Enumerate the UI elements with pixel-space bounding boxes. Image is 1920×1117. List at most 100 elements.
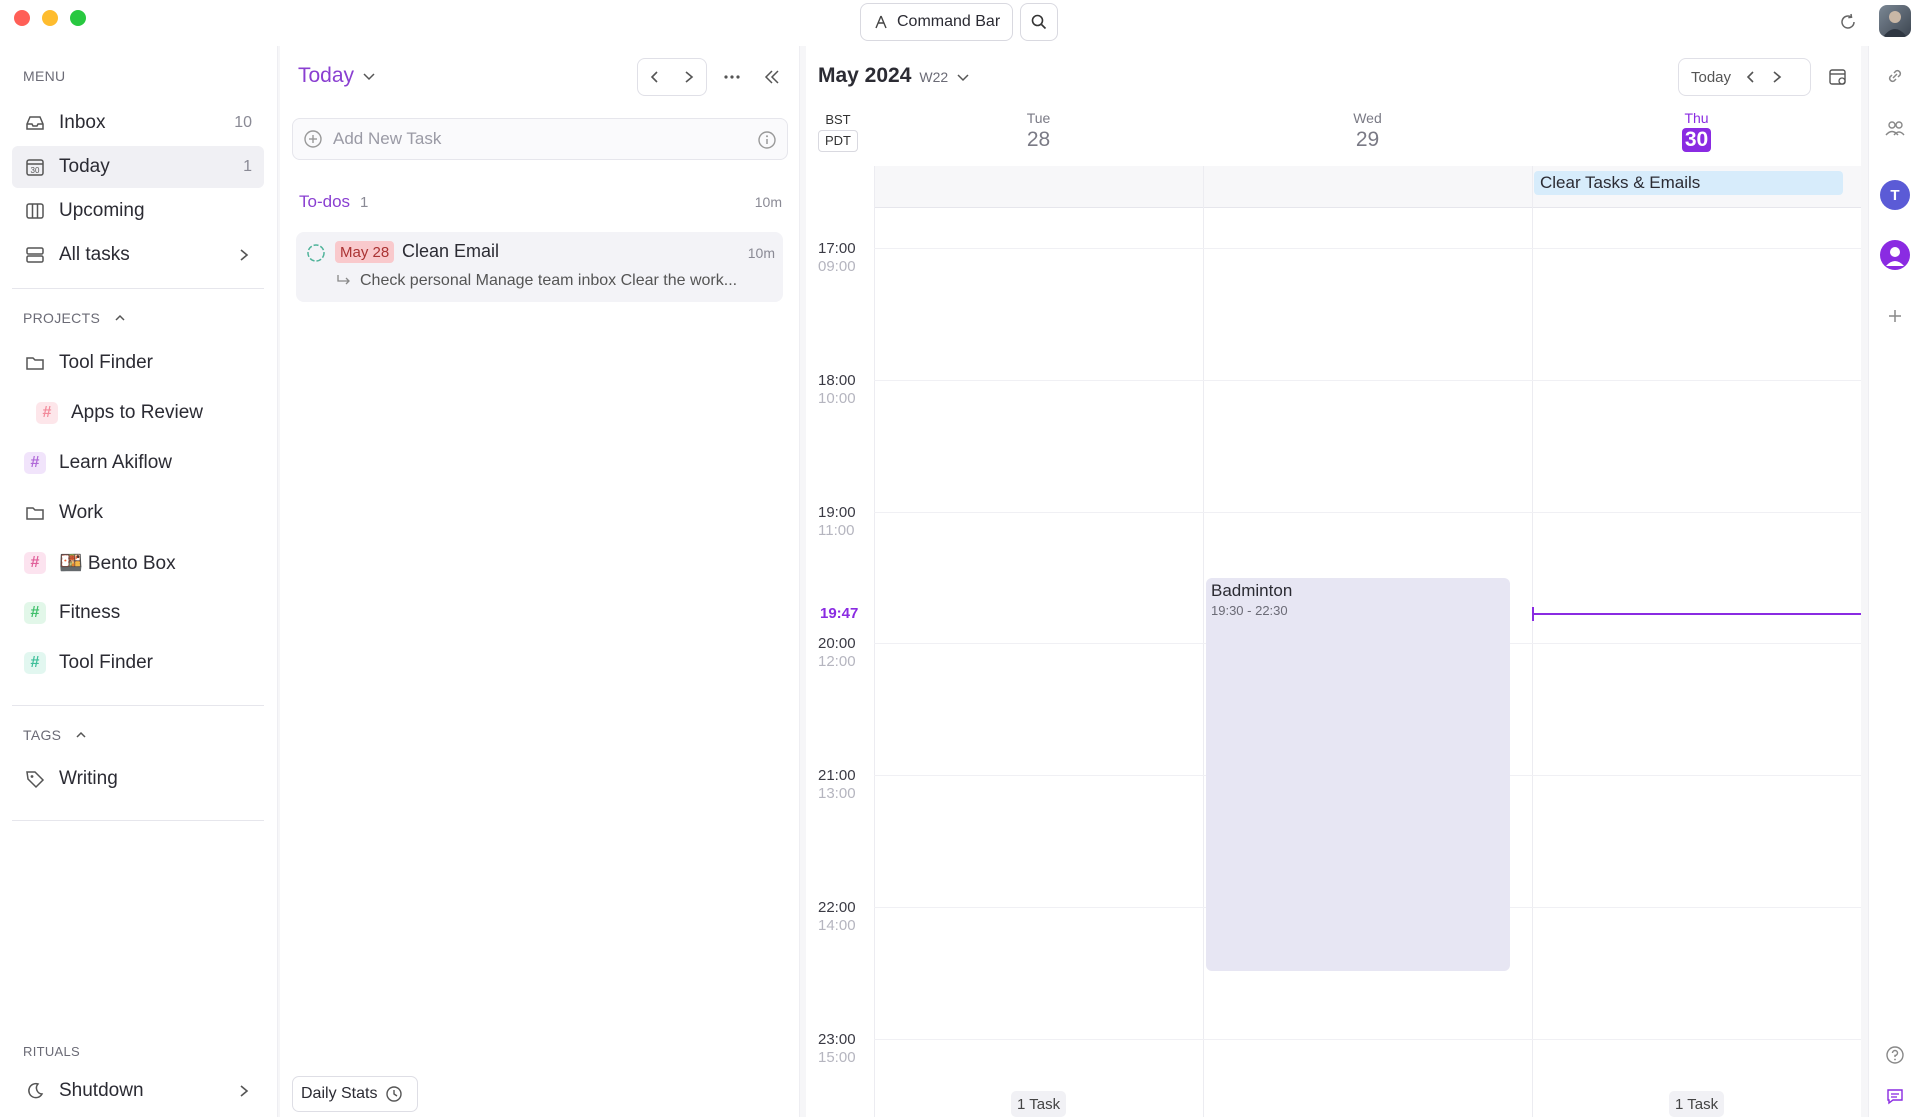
search-button[interactable] <box>1020 3 1058 41</box>
sidebar-project-bento-box[interactable]: # 🍱 Bento Box <box>12 542 264 584</box>
sidebar-tag-writing[interactable]: Writing <box>12 758 264 800</box>
plus-circle-icon <box>303 129 323 149</box>
section-duration: 10m <box>754 194 782 210</box>
command-bar-label: Command Bar <box>897 13 1001 30</box>
sidebar-item-today[interactable]: 30 Today 1 <box>12 146 264 188</box>
day-date: 29 <box>1355 128 1380 151</box>
time-main: 20:00 <box>818 635 856 652</box>
sidebar-project-work[interactable]: Work <box>12 492 264 534</box>
columns-icon <box>24 200 46 222</box>
hour-line <box>874 1039 1861 1040</box>
task-checkbox[interactable] <box>306 243 326 263</box>
chevron-right-icon[interactable] <box>683 70 695 84</box>
sync-icon[interactable] <box>1838 12 1858 32</box>
info-icon[interactable] <box>757 130 777 150</box>
projects-label: PROJECTS <box>23 310 101 326</box>
task-subtitle: Check personal Manage team inbox Clear t… <box>360 272 738 289</box>
rituals-label: RITUALS <box>23 1044 81 1059</box>
daily-stats-button[interactable]: Daily Stats <box>292 1076 418 1112</box>
plus-icon[interactable] <box>1883 304 1907 328</box>
more-options-icon[interactable] <box>723 68 741 86</box>
hash-icon: # <box>24 602 46 624</box>
hour-line <box>874 512 1861 513</box>
chevron-up-icon[interactable] <box>114 313 126 323</box>
task-duration: 10m <box>747 245 775 261</box>
sidebar-project-learn-akiflow[interactable]: # Learn Akiflow <box>12 442 264 484</box>
today-count: 1 <box>243 158 252 175</box>
time-secondary: 09:00 <box>818 258 856 275</box>
day-header-thu[interactable]: Thu 30 <box>1532 110 1861 152</box>
task-card[interactable]: May 28 Clean Email 10m Check personal Ma… <box>296 232 783 302</box>
minimize-window-button[interactable] <box>42 10 58 26</box>
sidebar-project-tool-finder[interactable]: # Tool Finder <box>12 642 264 684</box>
tags-section-label[interactable]: TAGS <box>23 727 87 743</box>
hour-line <box>874 248 1861 249</box>
people-icon[interactable] <box>1883 116 1907 140</box>
account-avatar-t[interactable]: T <box>1880 180 1910 210</box>
add-new-task-input[interactable]: Add New Task <box>292 118 788 160</box>
sidebar-item-label: Shutdown <box>59 1080 144 1101</box>
sidebar-project-tool-finder-folder[interactable]: Tool Finder <box>12 342 264 384</box>
command-bar-button[interactable]: Command Bar <box>860 3 1013 41</box>
chevron-right-icon[interactable] <box>238 1084 250 1098</box>
add-task-placeholder: Add New Task <box>333 129 442 148</box>
time-label: 23:00 15:00 <box>818 1031 868 1066</box>
sidebar-item-label: 🍱 Bento Box <box>59 553 176 574</box>
hash-icon: # <box>24 652 46 674</box>
time-label: 19:00 11:00 <box>818 504 868 539</box>
time-secondary: 15:00 <box>818 1049 856 1066</box>
time-label: 17:00 09:00 <box>818 240 868 275</box>
tags-label: TAGS <box>23 727 62 743</box>
month-title: May 2024 <box>818 64 912 87</box>
clock-icon <box>385 1085 403 1103</box>
day-name: Thu <box>1684 110 1709 126</box>
time-label: 20:00 12:00 <box>818 635 868 670</box>
chevron-left-icon[interactable] <box>1745 70 1757 84</box>
day-header-wed[interactable]: Wed 29 <box>1203 110 1532 152</box>
maximize-window-button[interactable] <box>70 10 86 26</box>
calendar-settings-icon[interactable] <box>1828 67 1848 87</box>
chevron-up-icon[interactable] <box>75 730 87 740</box>
day-task-count[interactable]: 1 Task <box>1011 1091 1067 1117</box>
sidebar-item-inbox[interactable]: Inbox 10 <box>12 102 264 144</box>
projects-section-label[interactable]: PROJECTS <box>23 310 126 326</box>
month-selector[interactable]: May 2024 W22 <box>818 64 970 88</box>
day-task-count[interactable]: 1 Task <box>1669 1091 1725 1117</box>
chevron-right-icon[interactable] <box>1771 70 1783 84</box>
menu-label: MENU <box>23 68 66 84</box>
chevron-right-icon[interactable] <box>238 248 250 262</box>
todos-section-header[interactable]: To-dos 1 10m <box>299 192 782 212</box>
panel-title-dropdown[interactable]: Today <box>298 64 376 88</box>
all-day-event[interactable]: Clear Tasks & Emails <box>1534 171 1843 195</box>
panel-title: Today <box>298 64 355 87</box>
inbox-count: 10 <box>234 114 252 131</box>
daily-stats-label: Daily Stats <box>301 1085 378 1102</box>
user-avatar[interactable] <box>1879 5 1911 37</box>
sidebar-project-apps-to-review[interactable]: # Apps to Review <box>24 392 264 434</box>
time-secondary: 12:00 <box>818 653 856 670</box>
sidebar-item-upcoming[interactable]: Upcoming <box>12 190 264 232</box>
calendar-today-icon: 30 <box>24 156 46 178</box>
today-button[interactable]: Today <box>1691 69 1731 86</box>
hour-line <box>874 380 1861 381</box>
sidebar-item-label: Inbox <box>59 112 106 133</box>
folder-icon <box>24 502 46 524</box>
day-header-tue[interactable]: Tue 28 <box>874 110 1203 152</box>
collapse-panel-icon[interactable] <box>763 68 781 86</box>
time-main: 23:00 <box>818 1031 856 1048</box>
chevron-down-icon <box>956 72 970 82</box>
close-window-button[interactable] <box>14 10 30 26</box>
help-icon[interactable] <box>1883 1043 1907 1067</box>
sidebar-item-all-tasks[interactable]: All tasks <box>12 234 264 276</box>
link-icon[interactable] <box>1883 64 1907 88</box>
sidebar: MENU Inbox 10 30 Today 1 Upcoming All ta… <box>0 46 278 1117</box>
timezone-secondary[interactable]: PDT <box>818 130 858 152</box>
sidebar-ritual-shutdown[interactable]: Shutdown <box>12 1070 264 1112</box>
sidebar-project-fitness[interactable]: # Fitness <box>12 592 264 634</box>
chat-icon[interactable] <box>1883 1084 1907 1108</box>
account-avatar-user[interactable] <box>1880 240 1910 270</box>
current-time-line <box>1533 613 1861 615</box>
column-divider <box>1203 166 1204 1117</box>
calendar-event[interactable]: Badminton 19:30 - 22:30 <box>1206 578 1510 971</box>
chevron-left-icon[interactable] <box>649 70 661 84</box>
